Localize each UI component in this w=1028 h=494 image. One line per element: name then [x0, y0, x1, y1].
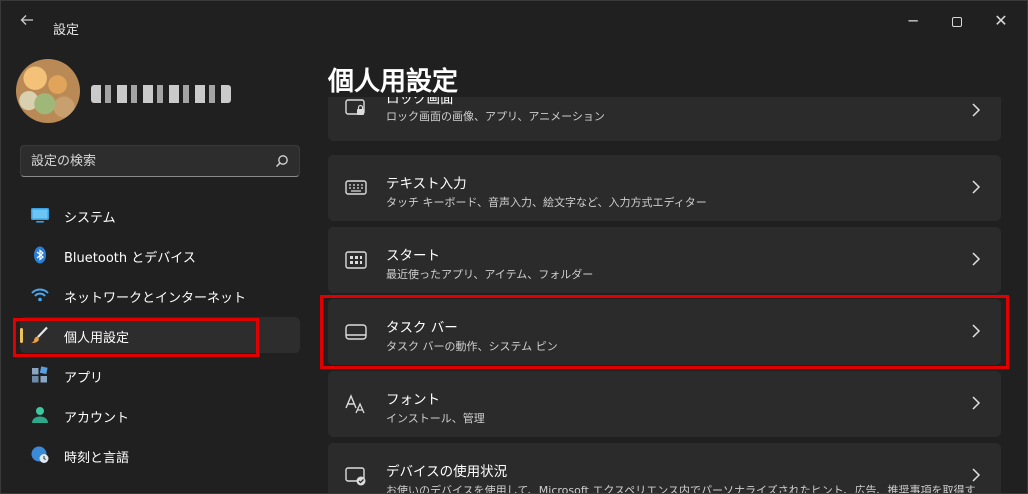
minimize-button[interactable]: ─: [893, 9, 933, 33]
close-button[interactable]: ✕: [981, 9, 1021, 33]
sidebar-item-time-language[interactable]: 時刻と言語: [20, 437, 300, 473]
chevron-right-icon: [972, 468, 981, 482]
lock-screen-icon: [345, 99, 365, 115]
card-title: タスク バー: [386, 320, 458, 336]
title-bar: 設定 ─ ✕: [1, 1, 1027, 41]
card-description: タッチ キーボード、音声入力、絵文字など、入力方式エディター: [386, 196, 707, 209]
card-description: 最近使ったアプリ、アイテム、フォルダー: [386, 268, 594, 281]
chevron-right-icon: [972, 180, 981, 194]
sidebar-item-accounts[interactable]: アカウント: [20, 397, 300, 433]
card-lock-screen[interactable]: ロック画面 ロック画面の画像、アプリ、アニメーション: [328, 97, 1001, 141]
card-title: デバイスの使用状況: [386, 464, 508, 480]
font-icon: [345, 394, 365, 414]
taskbar-icon: [345, 324, 367, 340]
card-description: インストール、管理: [386, 412, 485, 425]
arrow-left-icon: [20, 15, 33, 25]
keyboard-icon: [345, 180, 367, 195]
card-fonts[interactable]: フォント インストール、管理: [328, 371, 1001, 437]
sidebar-item-label: ネットワークとインターネット: [64, 291, 247, 306]
card-title: ロック画面: [386, 97, 454, 107]
sidebar-item-label: システム: [64, 211, 116, 226]
sidebar-nav: システム Bluetooth とデバイス ネットワークとインターネット 個人用設…: [20, 197, 300, 477]
maximize-icon: [952, 16, 962, 27]
app-title: 設定: [53, 23, 80, 38]
back-button[interactable]: [15, 13, 39, 31]
sidebar-item-label: アカウント: [64, 411, 130, 426]
sidebar: システム Bluetooth とデバイス ネットワークとインターネット 個人用設…: [1, 41, 311, 493]
sidebar-item-label: Bluetooth とデバイス: [64, 251, 196, 266]
chevron-right-icon: [972, 396, 981, 410]
brush-icon: [31, 326, 48, 343]
start-grid-icon: [345, 251, 367, 269]
sidebar-item-apps[interactable]: アプリ: [20, 357, 300, 393]
settings-window: 設定 ─ ✕ システム Bluetooth とデバイス ネットワークとインターネ…: [0, 0, 1028, 494]
page-title: 個人用設定: [328, 67, 459, 97]
card-description: お使いのデバイスを使用して、Microsoft エクスペリエンス内でパーソナライ…: [386, 484, 976, 494]
chevron-right-icon: [972, 252, 981, 266]
search-icon[interactable]: [275, 154, 289, 168]
sidebar-item-label: アプリ: [64, 371, 104, 386]
card-start[interactable]: スタート 最近使ったアプリ、アイテム、フォルダー: [328, 227, 1001, 293]
card-device-usage[interactable]: デバイスの使用状況 お使いのデバイスを使用して、Microsoft エクスペリエ…: [328, 443, 1001, 494]
sidebar-item-label: 個人用設定: [64, 331, 130, 346]
apps-icon: [32, 366, 48, 383]
card-text-input[interactable]: テキスト入力 タッチ キーボード、音声入力、絵文字など、入力方式エディター: [328, 155, 1001, 221]
card-title: フォント: [386, 392, 440, 408]
maximize-button[interactable]: [937, 9, 977, 33]
card-taskbar[interactable]: タスク バー タスク バーの動作、システム ピン: [328, 299, 1001, 365]
chevron-right-icon: [972, 324, 981, 338]
wifi-icon: [31, 288, 49, 302]
globe-clock-icon: [31, 446, 49, 463]
search-box[interactable]: [20, 145, 300, 177]
chevron-right-icon: [972, 103, 981, 117]
avatar[interactable]: [16, 59, 80, 123]
search-input[interactable]: [31, 146, 261, 176]
user-name-redacted: [91, 85, 231, 103]
sidebar-item-bluetooth[interactable]: Bluetooth とデバイス: [20, 237, 300, 273]
card-title: スタート: [386, 248, 440, 264]
bluetooth-icon: [34, 246, 46, 264]
card-title: テキスト入力: [386, 176, 467, 192]
person-icon: [32, 407, 48, 423]
card-description: タスク バーの動作、システム ピン: [386, 340, 558, 353]
sidebar-item-network[interactable]: ネットワークとインターネット: [20, 277, 300, 313]
sidebar-item-system[interactable]: システム: [20, 197, 300, 233]
display-icon: [31, 208, 49, 223]
device-usage-icon: [345, 467, 366, 486]
settings-card-list: ロック画面 ロック画面の画像、アプリ、アニメーション テキスト入力 タッチ キー…: [328, 97, 1001, 494]
sidebar-item-personalization[interactable]: 個人用設定: [20, 317, 300, 353]
card-description: ロック画面の画像、アプリ、アニメーション: [386, 110, 605, 123]
sidebar-item-label: 時刻と言語: [64, 451, 130, 466]
active-indicator: [20, 328, 23, 343]
